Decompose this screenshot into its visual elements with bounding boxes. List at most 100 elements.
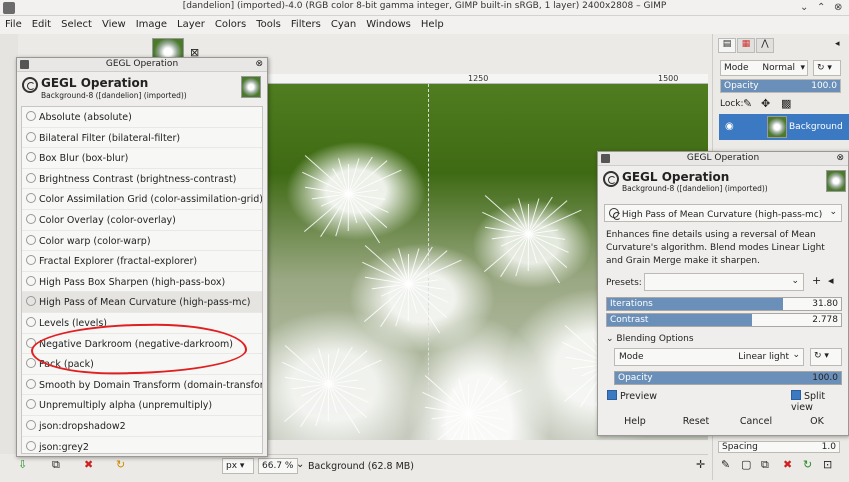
gegl-op-icon (609, 208, 621, 220)
preset-menu-icon[interactable]: ◂ (828, 274, 834, 287)
close-icon[interactable]: ⊗ (836, 153, 844, 163)
list-item[interactable]: Smooth by Domain Transform (domain-trans… (22, 375, 262, 396)
channels-tab-icon[interactable]: ▦ (737, 38, 755, 53)
help-button[interactable]: Help (612, 416, 658, 427)
contrast-slider[interactable]: Contrast 2.778 (606, 313, 842, 327)
list-item[interactable]: High Pass Box Sharpen (high-pass-box) (22, 272, 262, 293)
menu-select[interactable]: Select (56, 16, 97, 30)
lock-pixels-icon[interactable]: ✎ (743, 97, 752, 110)
blend-opacity-slider[interactable]: Opacity 100.0 (614, 371, 842, 385)
list-item[interactable]: json:dropshadow2 (22, 416, 262, 437)
composite-mode-button[interactable]: ↻ ▾ (813, 60, 841, 76)
navigate-icon[interactable]: ✛ (696, 458, 705, 471)
list-item[interactable]: Unpremultiply alpha (unpremultiply) (22, 395, 262, 416)
minimize-icon[interactable]: ⌄ (800, 2, 808, 13)
visibility-eye-icon[interactable]: ◉ (725, 121, 734, 132)
seed-strand (347, 193, 349, 232)
layer-mode-select[interactable]: Mode Normal ▾ (720, 60, 808, 76)
list-item[interactable]: Color warp (color-warp) (22, 231, 262, 252)
menu-windows[interactable]: Windows (361, 16, 416, 30)
menu-tools[interactable]: Tools (251, 16, 286, 30)
close-icon[interactable]: ⊗ (834, 2, 842, 13)
mode-value: Normal (762, 63, 795, 73)
list-item[interactable]: High Pass of Mean Curvature (high-pass-m… (22, 292, 262, 313)
delete-icon[interactable]: ✖ (783, 458, 792, 471)
checkbox-checked-icon (791, 390, 801, 400)
edit-brush-icon[interactable]: ✎ (721, 458, 730, 471)
menu-colors[interactable]: Colors (210, 16, 251, 30)
unit-select[interactable]: px ▾ (222, 458, 254, 474)
layer-opacity-slider[interactable]: Opacity 100.0 (720, 79, 841, 93)
delete-icon[interactable]: ✖ (84, 458, 93, 471)
split-view-checkbox[interactable]: Split view (791, 390, 848, 413)
duplicate-icon[interactable]: ⧉ (52, 458, 60, 472)
list-item[interactable]: Negative Darkroom (negative-darkroom) (22, 334, 262, 355)
gegl-op-icon (26, 378, 36, 389)
op-description: Enhances fine details using a reversal o… (606, 230, 825, 266)
op-label: json:dropshadow2 (39, 420, 126, 432)
menu-cyan[interactable]: Cyan (326, 16, 361, 30)
layers-tab-icon[interactable]: ▤ (718, 38, 736, 53)
op-label: Color Overlay (color-overlay) (39, 214, 176, 226)
menu-layer[interactable]: Layer (172, 16, 210, 30)
list-item[interactable]: Absolute (absolute) (22, 107, 262, 128)
refresh-icon[interactable]: ↻ (803, 458, 812, 471)
list-item[interactable]: Color Overlay (color-overlay) (22, 210, 262, 231)
reset-button[interactable]: Reset (673, 416, 719, 427)
close-icon[interactable]: ⊗ (255, 59, 263, 69)
operation-select[interactable]: High Pass of Mean Curvature (high-pass-m… (604, 204, 842, 222)
spacing-label: Spacing (722, 442, 758, 452)
dock-menu-icon[interactable]: ◂ (835, 39, 840, 49)
duplicate-icon[interactable]: ⧉ (761, 458, 769, 472)
refresh-icon[interactable]: ↻ (116, 458, 125, 471)
menu-edit[interactable]: Edit (27, 16, 56, 30)
menu-help[interactable]: Help (416, 16, 449, 30)
lock-position-icon[interactable]: ✥ (761, 97, 770, 110)
list-item[interactable]: Levels (levels) (22, 313, 262, 334)
blend-mode-select[interactable]: Mode Linear light ⌄ (614, 348, 804, 366)
cancel-button[interactable]: Cancel (733, 416, 779, 427)
spacing-value: 1.0 (821, 442, 836, 452)
composite-mode-button[interactable]: ↻ ▾ (810, 348, 842, 366)
list-item[interactable]: json:grey2 (22, 437, 262, 454)
export-icon[interactable]: ⇩ (18, 458, 27, 471)
dialog-heading: GEGL Operation (41, 76, 149, 90)
layer-row[interactable]: ◉ Background (719, 114, 849, 140)
zoom-dropdown-icon[interactable]: ⌄ (296, 459, 304, 470)
ok-button[interactable]: OK (794, 416, 840, 427)
iterations-slider[interactable]: Iterations 31.80 (606, 297, 842, 311)
menu-view[interactable]: View (97, 16, 131, 30)
list-item[interactable]: Color Assimilation Grid (color-assimilat… (22, 189, 262, 210)
list-item[interactable]: Fractal Explorer (fractal-explorer) (22, 251, 262, 272)
op-label: Fractal Explorer (fractal-explorer) (39, 256, 198, 268)
new-icon[interactable]: ▢ (741, 458, 751, 471)
lock-label: Lock: (720, 99, 744, 109)
menu-file[interactable]: File (0, 16, 27, 30)
zoom-select[interactable]: 66.7 % (258, 458, 298, 474)
horizontal-ruler[interactable]: 1250 1500 (268, 74, 708, 84)
operation-list[interactable]: Absolute (absolute) Bilateral Filter (bi… (21, 106, 263, 454)
list-item[interactable]: Bilateral Filter (bilateral-filter) (22, 128, 262, 149)
list-item[interactable]: Brightness Contrast (brightness-contrast… (22, 169, 262, 190)
paths-tab-icon[interactable]: ⋀ (756, 38, 774, 53)
menu-filters[interactable]: Filters (286, 16, 326, 30)
add-preset-icon[interactable]: + (812, 274, 821, 287)
selected-op-label: High Pass of Mean Curvature (high-pass-m… (621, 210, 823, 220)
presets-select[interactable]: ⌄ (644, 273, 804, 291)
maximize-icon[interactable]: ⌃ (817, 2, 825, 13)
spacing-slider[interactable]: Spacing 1.0 (718, 441, 840, 453)
preview-checkbox[interactable]: Preview (607, 390, 657, 402)
split-view-divider (428, 84, 429, 440)
blending-options-expander[interactable]: ⌄ Blending Options (606, 334, 694, 344)
op-label: Unpremultiply alpha (unpremultiply) (39, 400, 213, 412)
gegl-op-icon (26, 296, 36, 307)
list-item[interactable]: Pack (pack) (22, 354, 262, 375)
open-as-image-icon[interactable]: ⊡ (823, 458, 832, 471)
lock-alpha-icon[interactable]: ▩ (781, 97, 791, 110)
op-label: json:grey2 (39, 441, 89, 453)
presets-label: Presets: (606, 278, 642, 288)
dialog-window-title: GEGL Operation (686, 153, 760, 163)
dialog-titlebar: GEGL Operation ⊗ (17, 58, 267, 72)
menu-image[interactable]: Image (131, 16, 172, 30)
list-item[interactable]: Box Blur (box-blur) (22, 148, 262, 169)
